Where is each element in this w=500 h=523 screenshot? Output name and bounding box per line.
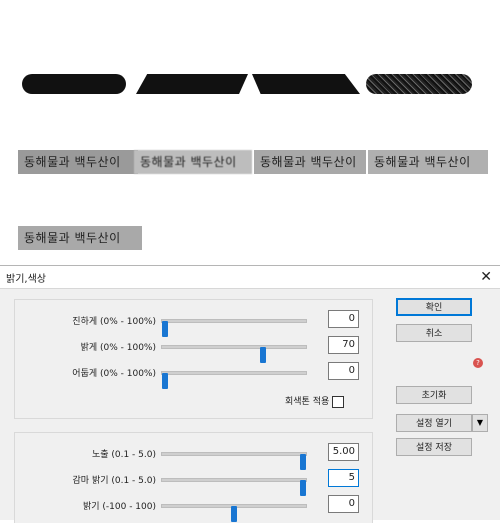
slider-row-brighten: 밝게 (0% - 100%) 70	[15, 336, 372, 363]
value-field[interactable]: 0	[328, 495, 359, 513]
slider-track[interactable]	[161, 452, 307, 470]
chevron-down-icon[interactable]: ▼	[472, 414, 488, 432]
slider-row-darken: 진하게 (0% - 100%) 0	[15, 310, 372, 337]
slider-thumb[interactable]	[161, 321, 168, 337]
text-sample: 동해물과 백두산이	[18, 150, 138, 174]
value-field[interactable]: 70	[328, 336, 359, 354]
text-sample: 동해물과 백두산이	[134, 150, 252, 174]
slider-track[interactable]	[161, 371, 307, 389]
brush-stroke-textured	[366, 74, 472, 94]
dialog-title: 밝기,색상	[6, 274, 46, 285]
help-icon[interactable]: ?	[473, 358, 483, 368]
value-field[interactable]: 5.00	[328, 443, 359, 461]
value-field[interactable]: 0	[328, 310, 359, 328]
slider-thumb[interactable]	[300, 480, 307, 496]
text-sample: 동해물과 백두산이	[18, 226, 142, 250]
slider-thumb[interactable]	[300, 454, 307, 470]
slider-label: 노출 (0.1 - 5.0)	[91, 450, 156, 460]
slider-track[interactable]	[161, 319, 307, 337]
slider-row-darker: 어둡게 (0% - 100%) 0	[15, 362, 372, 389]
text-sample: 동해물과 백두산이	[254, 150, 366, 174]
adjustment-group-exposure: 노출 (0.1 - 5.0) 5.00 감마 밝기 (0.1 - 5.0) 5 …	[14, 432, 373, 523]
slider-thumb[interactable]	[231, 506, 237, 522]
brush-stroke-round	[22, 74, 126, 94]
slider-thumb[interactable]	[259, 347, 266, 363]
slider-label: 밝기 (-100 - 100)	[82, 502, 156, 512]
grayscale-checkbox[interactable]	[332, 395, 345, 408]
adjustment-group-tone: 진하게 (0% - 100%) 0 밝게 (0% - 100%) 70 어둡게 …	[14, 299, 373, 419]
slider-row-brightness: 밝기 (-100 - 100) 0	[15, 495, 372, 522]
brightness-color-dialog: 밝기,색상 ✕ 진하게 (0% - 100%) 0 밝게 (0% - 100%)…	[0, 265, 500, 523]
grayscale-option[interactable]: 회색톤 적용	[285, 394, 345, 408]
value-field[interactable]: 5	[328, 469, 359, 487]
text-sample: 동해물과 백두산이	[368, 150, 488, 174]
close-icon[interactable]: ✕	[480, 268, 492, 286]
brush-stroke-slanted-left	[136, 74, 248, 94]
grayscale-label: 회색톤 적용	[285, 397, 330, 407]
brush-stroke-slanted-right	[252, 74, 360, 94]
reset-button[interactable]: 초기화	[396, 386, 472, 404]
slider-row-exposure: 노출 (0.1 - 5.0) 5.00	[15, 443, 372, 470]
open-settings-button[interactable]: 설정 열기	[396, 414, 472, 432]
cancel-button[interactable]: 취소	[396, 324, 472, 342]
slider-label: 진하게 (0% - 100%)	[72, 317, 156, 327]
slider-track[interactable]	[161, 478, 307, 496]
value-field[interactable]: 0	[328, 362, 359, 380]
save-settings-button[interactable]: 설정 저장	[396, 438, 472, 456]
slider-track[interactable]	[161, 345, 307, 363]
slider-label: 감마 밝기 (0.1 - 5.0)	[72, 476, 156, 486]
slider-row-gamma: 감마 밝기 (0.1 - 5.0) 5	[15, 469, 372, 496]
slider-label: 어둡게 (0% - 100%)	[72, 369, 156, 379]
ok-button[interactable]: 확인	[396, 298, 472, 316]
preview-canvas: 동해물과 백두산이 동해물과 백두산이 동해물과 백두산이 동해물과 백두산이 …	[0, 0, 500, 265]
slider-label: 밝게 (0% - 100%)	[80, 343, 156, 353]
dialog-titlebar: 밝기,색상 ✕	[0, 266, 500, 289]
slider-thumb[interactable]	[161, 373, 168, 389]
slider-track[interactable]	[161, 504, 307, 522]
